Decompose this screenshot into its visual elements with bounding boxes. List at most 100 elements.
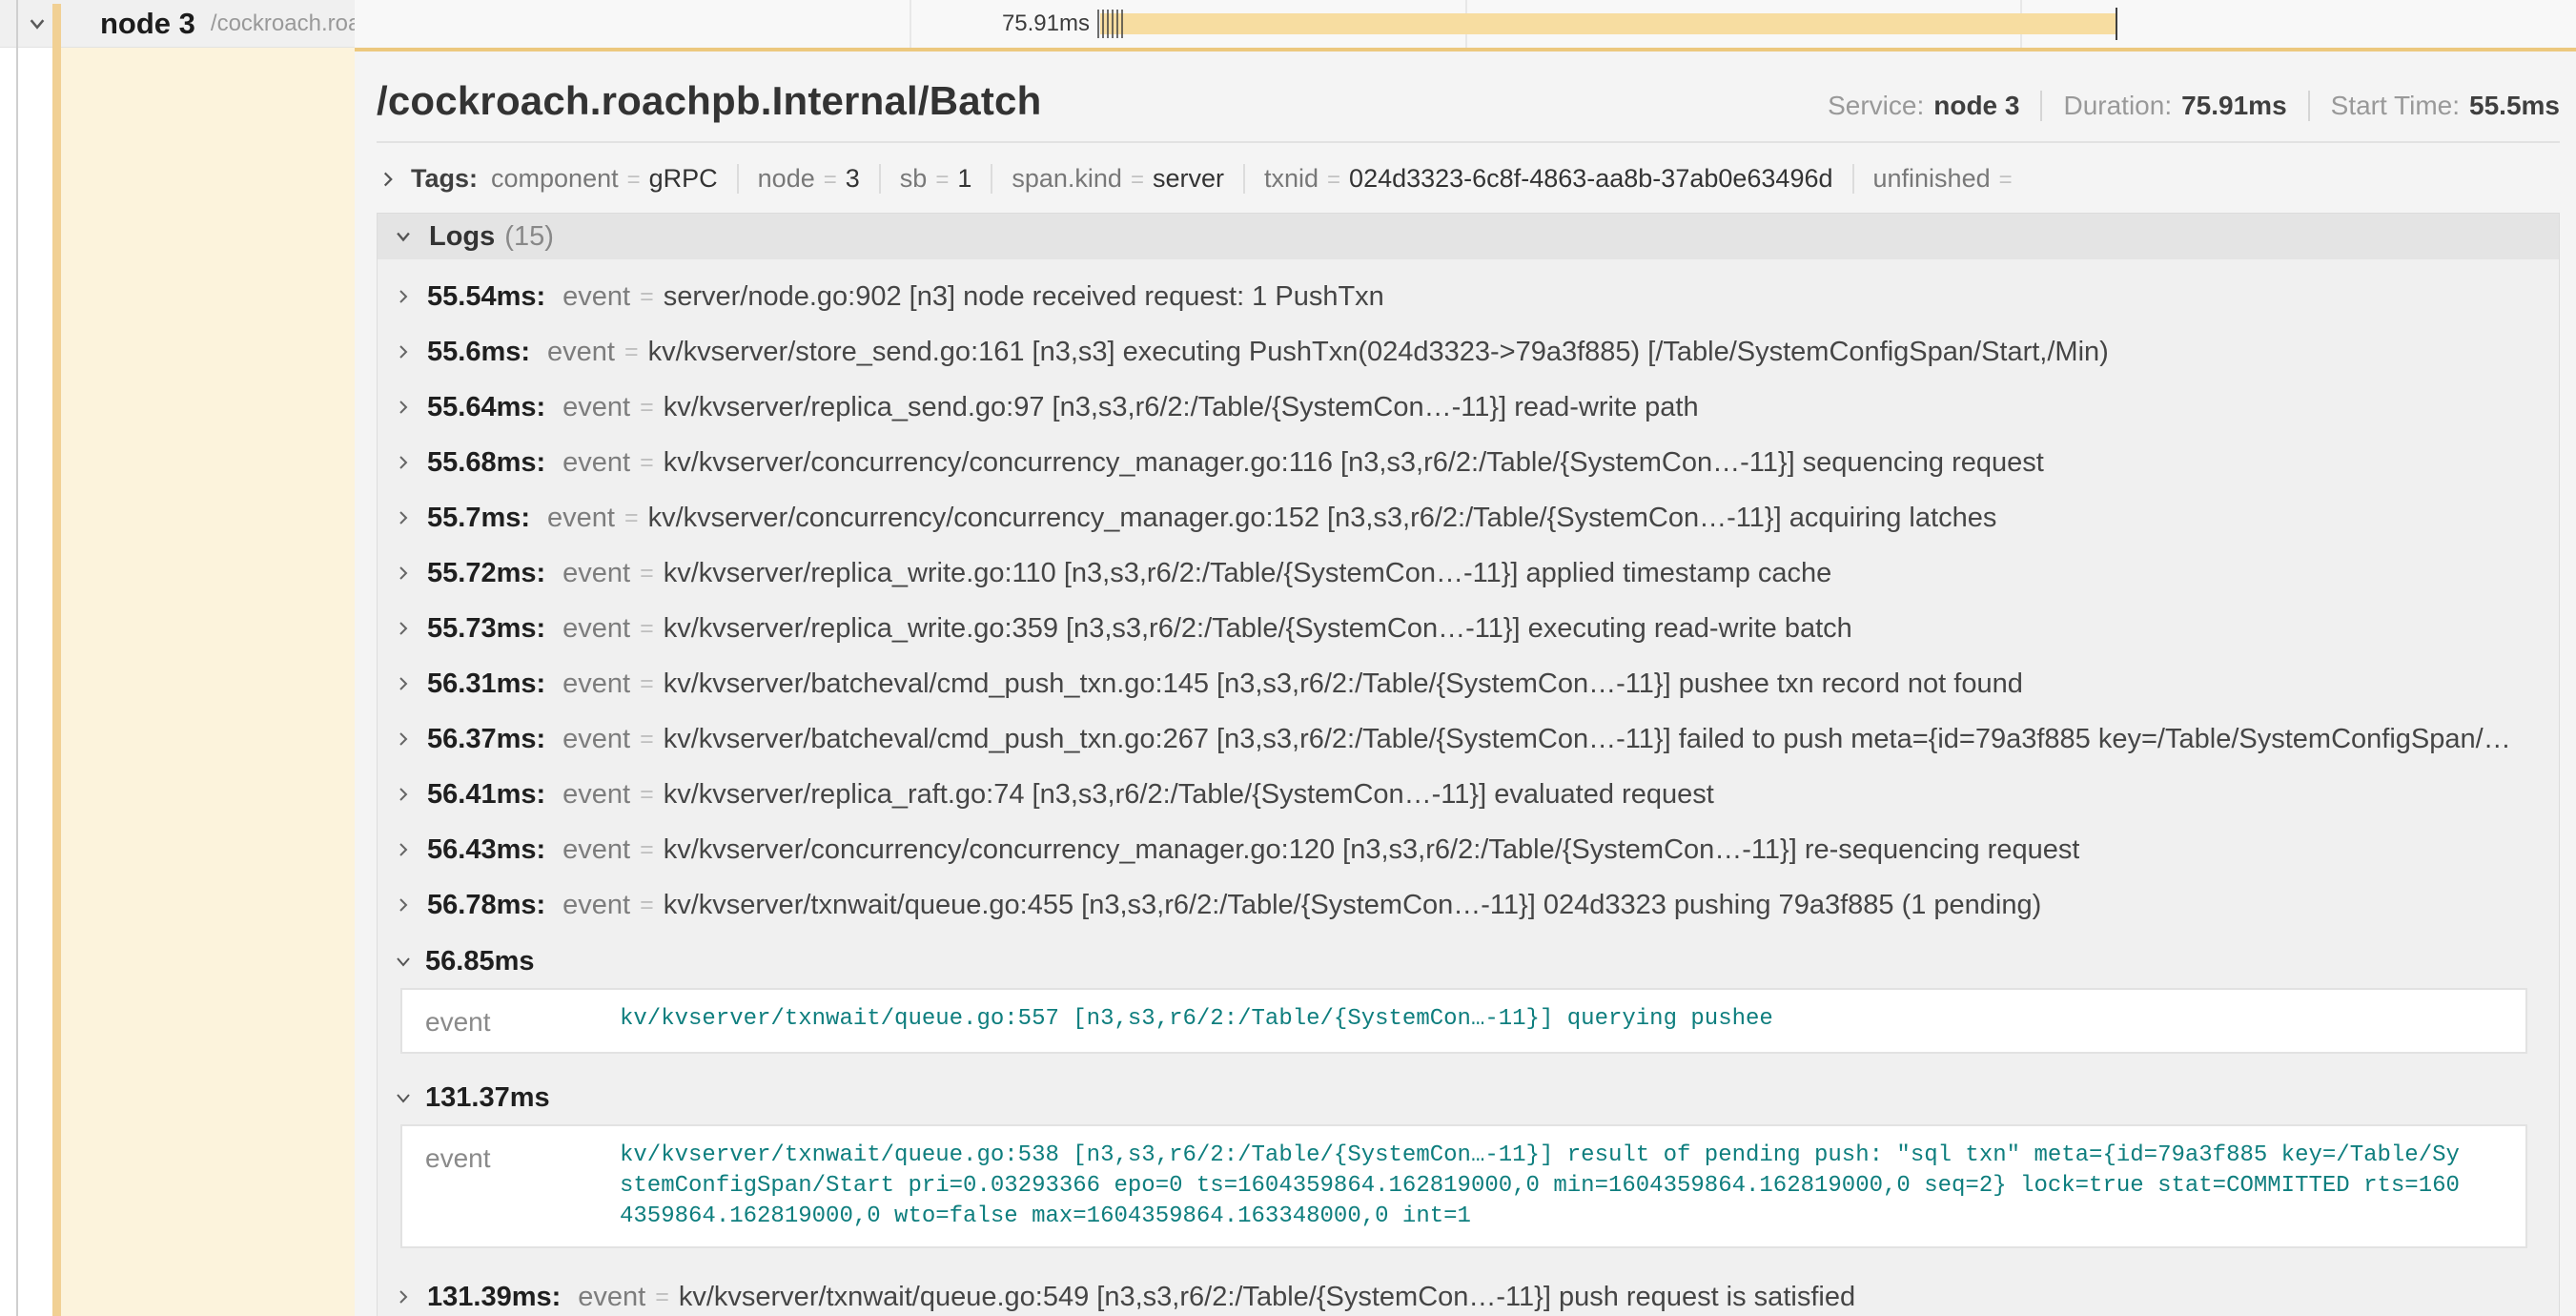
chevron-right-icon[interactable] <box>393 397 414 418</box>
log-entry-row[interactable]: 55.54ms: event = server/node.go:902 [n3]… <box>393 269 2559 324</box>
logs-list: 55.54ms: event = server/node.go:902 [n3]… <box>378 259 2559 1316</box>
log-field-key: event <box>562 447 630 479</box>
log-field-key: event <box>547 337 615 368</box>
equals-sign: = <box>640 615 654 643</box>
chevron-right-icon[interactable] <box>393 507 414 528</box>
tag-item: txnid = 024d3323-6c8f-4863-aa8b-37ab0e63… <box>1243 164 1833 194</box>
log-entry-expanded-header[interactable]: 56.85ms <box>393 938 2559 984</box>
log-entry-row[interactable]: 55.68ms: event = kv/kvserver/concurrency… <box>393 435 2559 490</box>
log-timestamp: 56.31ms: <box>427 668 545 700</box>
log-entry-row[interactable]: 56.37ms: event = kv/kvserver/batcheval/c… <box>393 711 2559 767</box>
log-marker-tick <box>1112 10 1114 38</box>
log-entry-row[interactable]: 55.7ms: event = kv/kvserver/concurrency/… <box>393 490 2559 545</box>
log-field-value[interactable]: kv/kvserver/txnwait/queue.go:538 [n3,s3,… <box>620 1141 2525 1232</box>
tag-value: 024d3323-6c8f-4863-aa8b-37ab0e63496d <box>1349 164 1832 194</box>
chevron-right-icon[interactable] <box>393 452 414 473</box>
equals-sign: = <box>1131 167 1144 194</box>
log-field-value: kv/kvserver/concurrency/concurrency_mana… <box>664 834 2080 866</box>
chevron-right-icon[interactable] <box>393 1286 414 1307</box>
span-meta-item: Duration: 75.91ms <box>2040 91 2286 121</box>
span-service-name: node 3 <box>100 7 195 41</box>
span-duration-label: 75.91ms <box>1002 0 1090 48</box>
equals-sign: = <box>935 167 949 194</box>
chevron-right-icon[interactable] <box>393 784 414 805</box>
log-timestamp: 55.7ms: <box>427 503 530 534</box>
tag-value: 1 <box>957 164 971 194</box>
log-marker-tick <box>1097 10 1099 38</box>
log-field-value: kv/kvserver/batcheval/cmd_push_txn.go:14… <box>664 668 2023 700</box>
chevron-right-icon[interactable] <box>393 286 414 307</box>
log-marker-tick <box>1102 10 1104 38</box>
log-field-value: kv/kvserver/concurrency/concurrency_mana… <box>664 447 2044 479</box>
tag-key: txnid <box>1264 164 1319 194</box>
tag-value: 3 <box>846 164 860 194</box>
logs-count: (15) <box>504 221 554 253</box>
log-keyvalue-table: event kv/kvserver/txnwait/queue.go:538 [… <box>400 1124 2527 1248</box>
log-entry-row[interactable]: 55.72ms: event = kv/kvserver/replica_wri… <box>393 545 2559 601</box>
span-duration-bar[interactable] <box>1100 13 2116 34</box>
chevron-down-icon[interactable] <box>393 1087 414 1108</box>
span-meta-item: Service: node 3 <box>1828 91 2019 121</box>
equals-sign: = <box>640 449 654 477</box>
trace-view: node 3 /cockroach.roach… 75.91ms /cockro… <box>0 0 2576 1316</box>
span-timeline: 75.91ms <box>355 0 2576 48</box>
span-end-tick <box>2116 8 2117 40</box>
meta-label: Start Time: <box>2331 91 2460 121</box>
log-entry-row[interactable]: 56.43ms: event = kv/kvserver/concurrency… <box>393 822 2559 877</box>
log-field-value: kv/kvserver/txnwait/queue.go:455 [n3,s3,… <box>664 890 2042 921</box>
log-field-key: event <box>562 890 630 921</box>
log-entry-row[interactable]: 56.41ms: event = kv/kvserver/replica_raf… <box>393 767 2559 822</box>
chevron-right-icon[interactable] <box>393 618 414 639</box>
log-entry-row[interactable]: 55.73ms: event = kv/kvserver/replica_wri… <box>393 601 2559 656</box>
span-detail-title: /cockroach.roachpb.Internal/Batch <box>377 78 1041 124</box>
span-detail-meta: Service: node 3 Duration: 75.91ms Start … <box>1828 91 2560 121</box>
equals-sign: = <box>1327 167 1340 194</box>
chevron-down-icon[interactable] <box>393 951 414 972</box>
chevron-down-icon[interactable] <box>391 224 416 249</box>
chevron-right-icon[interactable] <box>393 839 414 860</box>
log-timestamp: 56.85ms <box>425 946 535 977</box>
equals-sign: = <box>640 781 654 809</box>
chevron-right-icon[interactable] <box>393 894 414 915</box>
chevron-down-icon[interactable] <box>24 10 51 37</box>
tag-key: sb <box>900 164 928 194</box>
log-field-key: event <box>402 1141 620 1174</box>
selected-span-row-highlight <box>61 48 355 1316</box>
tags-row[interactable]: Tags: component = gRPC node = 3 sb = 1 s… <box>377 164 2560 194</box>
logs-accordion: Logs (15) 55.54ms: event = server/node.g… <box>377 213 2560 1316</box>
chevron-right-icon[interactable] <box>393 563 414 584</box>
chevron-right-icon[interactable] <box>393 341 414 362</box>
log-field-key: event <box>562 558 630 589</box>
chevron-right-icon[interactable] <box>377 168 399 191</box>
log-timestamp: 56.41ms: <box>427 779 545 811</box>
log-entry-expanded: 56.85ms event kv/kvserver/txnwait/queue.… <box>393 938 2559 1054</box>
span-meta-item: Start Time: 55.5ms <box>2308 91 2560 121</box>
log-timestamp: 131.39ms: <box>427 1282 561 1313</box>
log-field-key: event <box>402 1004 620 1038</box>
log-entry-expanded-header[interactable]: 131.37ms <box>393 1075 2559 1121</box>
log-entry-row[interactable]: 55.6ms: event = kv/kvserver/store_send.g… <box>393 324 2559 380</box>
log-entry-row[interactable]: 131.39ms: event = kv/kvserver/txnwait/qu… <box>393 1269 2559 1316</box>
log-field-value: server/node.go:902 [n3] node received re… <box>664 281 1384 313</box>
log-field-key: event <box>562 281 630 313</box>
chevron-right-icon[interactable] <box>393 729 414 750</box>
log-entry-row[interactable]: 55.64ms: event = kv/kvserver/replica_sen… <box>393 380 2559 435</box>
log-keyvalue-row: event kv/kvserver/txnwait/queue.go:557 [… <box>402 1004 2525 1038</box>
equals-sign: = <box>1999 167 2013 194</box>
log-field-value[interactable]: kv/kvserver/txnwait/queue.go:557 [n3,s3,… <box>620 1004 2525 1035</box>
log-entry-row[interactable]: 56.31ms: event = kv/kvserver/batcheval/c… <box>393 656 2559 711</box>
equals-sign: = <box>640 394 654 422</box>
equals-sign: = <box>640 670 654 698</box>
log-timestamp: 55.64ms: <box>427 392 545 423</box>
log-entry-row[interactable]: 56.78ms: event = kv/kvserver/txnwait/que… <box>393 877 2559 933</box>
log-timestamp: 55.68ms: <box>427 447 545 479</box>
tag-item: sb = 1 <box>879 164 972 194</box>
log-timestamp: 55.6ms: <box>427 337 530 368</box>
equals-sign: = <box>640 560 654 587</box>
logs-header[interactable]: Logs (15) <box>378 214 2559 259</box>
chevron-right-icon[interactable] <box>393 673 414 694</box>
log-marker-tick <box>1121 10 1123 38</box>
log-field-key: event <box>578 1282 645 1313</box>
log-timestamp: 56.37ms: <box>427 724 545 755</box>
tags-label: Tags: <box>411 164 478 194</box>
